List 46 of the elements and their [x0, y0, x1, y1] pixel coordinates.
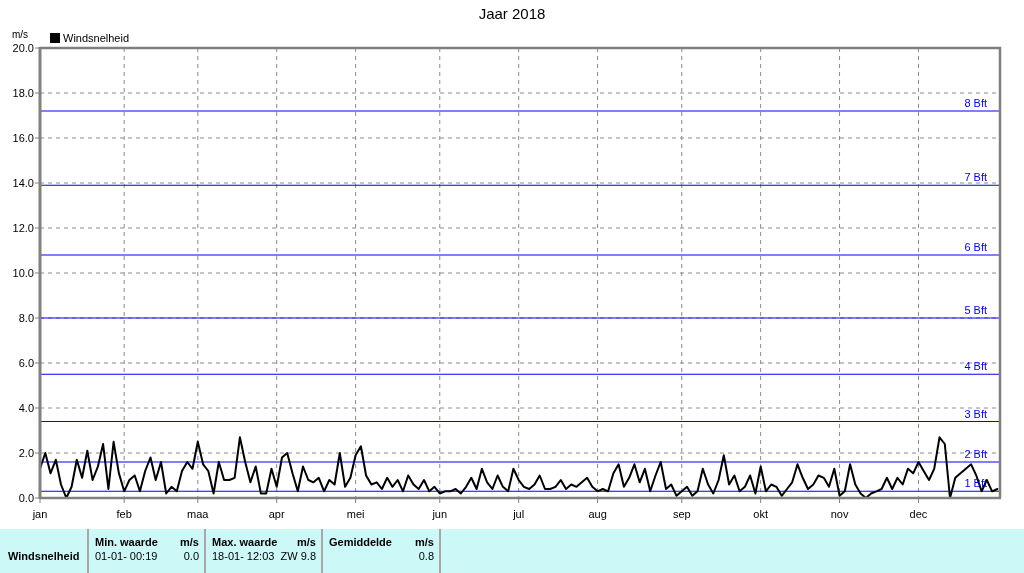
row-label: Windsnelheid: [8, 549, 80, 563]
value-cell: 0.8: [418, 549, 434, 563]
timestamp: 01-01- 00:19: [95, 549, 158, 563]
x-tick-label: jan: [32, 508, 48, 520]
chart-title: Jaar 2018: [478, 5, 546, 23]
unit-label: m/s: [297, 535, 316, 549]
y-tick-label: 2.0: [18, 447, 34, 459]
y-tick-label: 4.0: [18, 402, 34, 414]
unit-label: m/s: [180, 535, 199, 549]
x-tick-label: mei: [346, 508, 365, 520]
x-tick-label: nov: [830, 508, 849, 520]
x-tick-label: dec: [909, 508, 928, 520]
column-header: Min. waarde: [95, 535, 158, 549]
legend-label: Windsnelheid: [63, 32, 130, 44]
x-tick-label: jun: [432, 508, 448, 520]
beaufort-label: 3 Bft: [964, 407, 987, 420]
beaufort-label: 5 Bft: [964, 304, 987, 316]
y-tick-label: 16.0: [12, 132, 34, 144]
y-axis-unit-label: m/s: [12, 29, 29, 40]
beaufort-label: 7 Bft: [964, 171, 987, 184]
beaufort-label: 2 Bft: [964, 448, 987, 460]
beaufort-label: 8 Bft: [964, 97, 987, 109]
y-tick-label: 12.0: [12, 222, 34, 234]
x-tick-label: apr: [268, 508, 285, 520]
wind-direction: ZW: [280, 549, 298, 563]
y-tick-label: 18.0: [12, 87, 34, 99]
y-tick-label: 0.0: [18, 492, 34, 504]
beaufort-label: 6 Bft: [964, 241, 987, 253]
y-tick-label: 14.0: [12, 177, 34, 189]
x-tick-label: maa: [187, 508, 209, 520]
value-cell: 0.0: [183, 549, 199, 563]
x-tick-label: sep: [672, 508, 691, 520]
y-tick-label: 8.0: [18, 312, 34, 324]
value-cell: 9.8: [300, 549, 316, 563]
y-tick-label: 20.0: [12, 42, 34, 54]
x-tick-label: aug: [588, 508, 607, 520]
y-tick-label: 6.0: [18, 357, 34, 369]
x-tick-label: jul: [513, 508, 525, 520]
beaufort-label: 4 Bft: [964, 360, 987, 373]
timestamp: 18-01- 12:03: [212, 549, 275, 563]
unit-label: m/s: [415, 535, 434, 549]
x-tick-label: okt: [753, 508, 768, 520]
y-tick-label: 10.0: [12, 267, 34, 279]
column-header: Max. waarde: [212, 535, 278, 549]
x-tick-label: feb: [116, 508, 132, 520]
column-header: Gemiddelde: [329, 535, 392, 549]
